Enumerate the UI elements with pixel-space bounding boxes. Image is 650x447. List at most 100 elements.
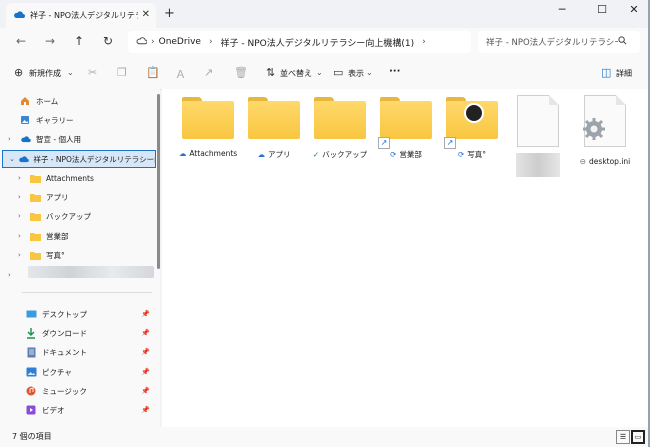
rename-icon[interactable]: Ａ [175,66,186,82]
folder-icon [314,97,366,139]
sidebar-item-personal-onedrive[interactable]: › 智宣 - 個人用 [0,130,158,148]
details-button[interactable]: 詳細 [616,68,632,79]
picture-icon [24,367,38,377]
new-button[interactable]: 新規作成 [29,68,61,79]
quick-access-desktop[interactable]: デスクトップ 📌 [0,305,158,323]
file-item-apps[interactable]: ☁ アプリ [243,97,305,160]
chevron-down-icon[interactable]: ⌄ [9,155,17,163]
quick-access-downloads[interactable]: ダウンロード 📌 [0,324,158,342]
sidebar-item-npo-onedrive[interactable]: ⌄ 祥子 - NPO法人デジタルリテラシー向上機 [2,150,156,168]
pin-icon[interactable]: 📌 [141,406,150,414]
search-input[interactable]: 祥子 - NPO法人デジタルリテラシー向 [486,36,618,48]
sort-button[interactable]: 並べ替え [280,68,312,79]
shortcut-arrow-icon: ↗ [378,137,390,149]
pin-icon[interactable]: 📌 [141,368,150,376]
quick-access-pictures[interactable]: ピクチャ 📌 [0,363,158,381]
folder-thumbnail [464,103,484,123]
sidebar-item-home[interactable]: ホーム [0,92,158,110]
divider [22,292,152,293]
sidebar-item-apps[interactable]: › アプリ [0,188,158,206]
view-icon: ▭ [333,66,344,79]
quick-access-music[interactable]: ミュージック 📌 [0,382,158,400]
folder-icon [248,97,300,139]
sidebar-item-backup[interactable]: › バックアップ [0,207,158,225]
gallery-icon [18,115,32,125]
tab-close-icon[interactable]: ✕ [142,9,150,20]
cut-icon[interactable]: ✂ [88,66,97,79]
file-item-photos[interactable]: ↗ ⟳ 写真° [441,97,503,160]
share-icon[interactable]: ↗ [204,66,213,79]
chevron-right-icon[interactable]: › [18,232,28,240]
new-plus-icon: ⊕ [14,66,24,79]
folder-shortcut-icon: ↗ [378,97,432,149]
pin-icon[interactable]: 📌 [141,310,150,318]
folder-icon [28,193,42,202]
refresh-button[interactable]: ↻ [103,34,113,48]
minimize-button[interactable]: ─ [552,3,572,16]
chevron-right-icon: › [151,37,155,47]
sync-pending-icon: ⟳ [457,150,465,159]
folder-icon [28,232,42,241]
file-item-redacted[interactable] [507,95,569,177]
music-icon [24,386,38,396]
hidden-status-icon: ⊖ [579,157,587,166]
copy-icon[interactable]: ❐ [117,66,127,79]
explorer-tab[interactable]: 祥子 - NPO法人デジタルリテラシー ✕ [6,3,156,28]
back-button[interactable]: ← [16,34,26,48]
tiles-view-icon[interactable]: ▭ [631,430,645,444]
quick-access-videos[interactable]: ビデオ 📌 [0,401,158,419]
file-item-desktop-ini[interactable]: ⊖ desktop.ini [574,95,636,166]
file-item-backup[interactable]: ✓ バックアップ [309,97,371,160]
sidebar-item-photos[interactable]: › 写真° [0,246,158,264]
close-window-button[interactable]: ✕ [624,3,644,16]
forward-button[interactable]: → [45,34,55,48]
sidebar-item-gallery[interactable]: ギャラリー [0,111,158,129]
navigation-bar: ← → ↑ ↻ › OneDrive › 祥子 - NPO法人デジタルリテラシー… [0,28,648,56]
document-icon [24,347,38,358]
breadcrumb-current[interactable]: 祥子 - NPO法人デジタルリテラシー向上機構(1) [221,36,415,49]
chevron-down-icon: ⌄ [316,68,323,77]
chevron-right-icon[interactable]: › [18,174,28,182]
chevron-right-icon[interactable]: › [8,135,18,143]
more-options-button[interactable]: ··· [389,66,400,77]
breadcrumb-onedrive[interactable]: OneDrive [159,37,201,47]
chevron-right-icon[interactable]: › [8,271,18,279]
onedrive-cloud-icon [13,10,25,21]
pin-icon[interactable]: 📌 [141,329,150,337]
tab-title: 祥子 - NPO法人デジタルリテラシー [30,11,138,20]
paste-icon[interactable]: 📋 [146,66,160,79]
view-button[interactable]: 表示 [348,68,364,79]
title-bar: 祥子 - NPO法人デジタルリテラシー ✕ + ─ ☐ ✕ [0,0,648,28]
cloud-status-icon: ☁ [178,149,187,158]
cloud-icon [18,135,32,143]
navigation-pane: ホーム ギャラリー › 智宣 - 個人用 ⌄ 祥子 - NPO法人デジタルリテラ… [0,89,160,427]
up-button[interactable]: ↑ [74,34,84,48]
new-tab-button[interactable]: + [164,6,175,21]
settings-file-icon [583,95,626,147]
address-bar[interactable]: › OneDrive › 祥子 - NPO法人デジタルリテラシー向上機構(1) … [128,31,471,53]
pin-icon[interactable]: 📌 [141,387,150,395]
details-view-icon[interactable]: ☰ [616,430,630,444]
sort-icon: ⇅ [266,66,276,79]
file-item-sales[interactable]: ↗ ⟳ 営業部 [375,97,437,160]
pin-icon[interactable]: 📌 [141,348,150,356]
quick-access-documents[interactable]: ドキュメント 📌 [0,343,158,361]
video-icon [24,405,38,415]
details-pane-icon: ◫ [601,66,612,79]
file-explorer-window: 祥子 - NPO法人デジタルリテラシー ✕ + ─ ☐ ✕ ← → ↑ ↻ › … [0,0,650,447]
sidebar-item-attachments[interactable]: › Attachments [0,169,158,187]
sidebar-scrollbar[interactable] [157,94,160,269]
download-icon [24,327,38,339]
maximize-button[interactable]: ☐ [592,3,612,16]
sidebar-item-sales[interactable]: › 営業部 [0,227,158,245]
folder-icon [28,174,42,183]
chevron-right-icon[interactable]: › [18,251,28,259]
chevron-right-icon: › [422,37,426,47]
file-item-attachments[interactable]: ☁ Attachments [177,97,239,158]
chevron-right-icon[interactable]: › [18,212,28,220]
chevron-right-icon[interactable]: › [18,193,28,201]
item-count: 7 個の項目 [12,432,52,441]
search-box[interactable]: 祥子 - NPO法人デジタルリテラシー向 [478,31,640,53]
folder-icon [182,97,234,139]
delete-icon[interactable]: 🗑 [234,66,248,79]
